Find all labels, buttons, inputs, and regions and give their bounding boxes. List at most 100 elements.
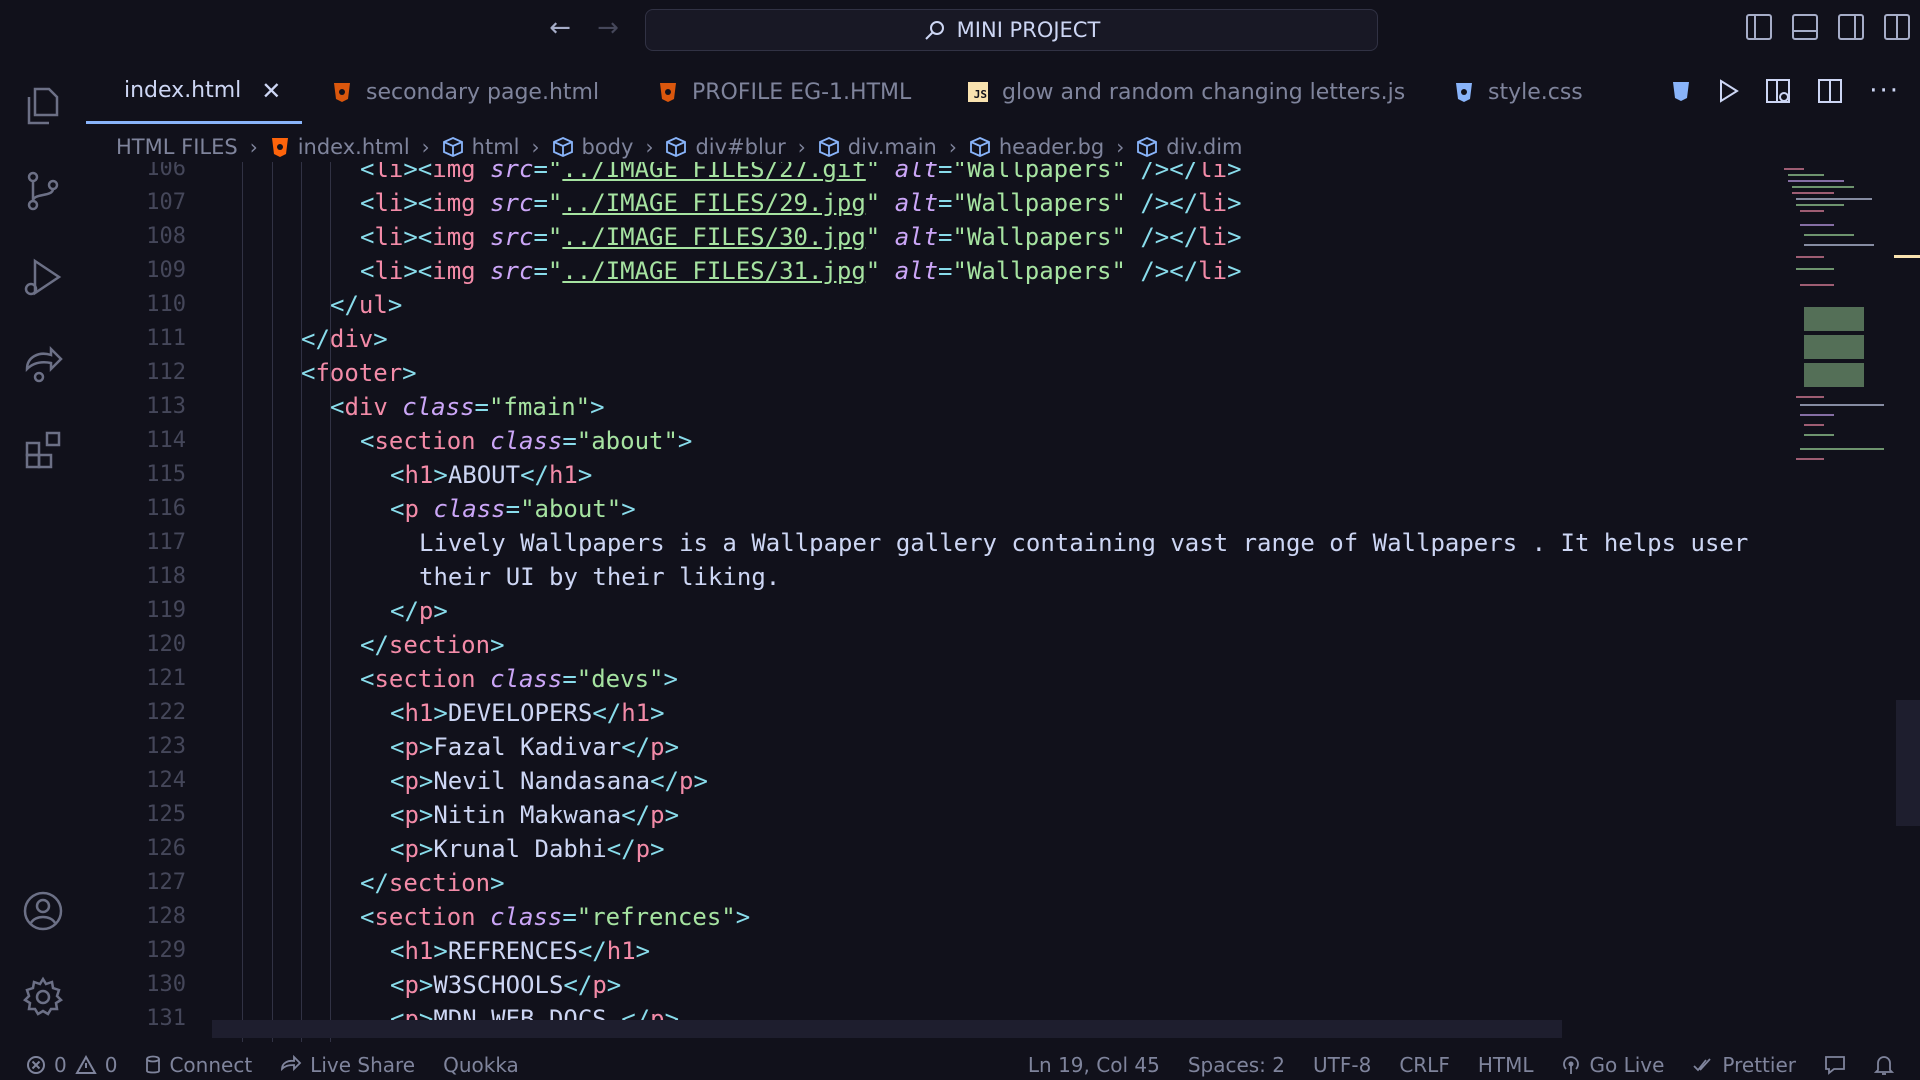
code-line: <li><img src="../IMAGE FILES/29.jpg" alt…	[360, 189, 1242, 217]
command-center-label: MINI PROJECT	[956, 18, 1101, 42]
js-file-icon: JS	[968, 82, 988, 102]
search-icon	[924, 21, 944, 40]
symbol-element-icon	[969, 137, 990, 157]
chevron-right-icon: ›	[531, 135, 540, 159]
indent-guide	[272, 162, 273, 1042]
line-number: 126	[146, 836, 186, 861]
tab-glow-and-random-changing-letters-js[interactable]: JS glow and random changing letters.js	[944, 60, 1429, 124]
close-icon[interactable]: ✕	[261, 77, 281, 105]
breadcrumb-item-header-bg[interactable]: header.bg	[969, 135, 1104, 159]
indent-guide	[242, 162, 243, 1042]
live-share-icon	[281, 1055, 302, 1072]
cursor-position[interactable]: Ln 19, Col 45	[1028, 1053, 1160, 1077]
accounts-icon[interactable]	[20, 888, 66, 934]
warning-icon	[75, 1055, 97, 1074]
back-arrow-icon[interactable]: ←	[546, 14, 574, 42]
run-icon[interactable]	[1717, 79, 1740, 103]
run-and-debug-icon[interactable]	[20, 254, 66, 300]
line-number: 110	[146, 292, 186, 317]
code-line: <li><img src="../IMAGE FILES/30.jpg" alt…	[360, 223, 1242, 251]
prettier-button[interactable]: Prettier	[1692, 1053, 1796, 1077]
tab-style-css[interactable]: style.css	[1430, 60, 1607, 124]
indentation-selector[interactable]: Spaces: 2	[1188, 1053, 1285, 1077]
indent-guide	[301, 162, 302, 1042]
problems-indicator[interactable]: 0 0	[26, 1053, 117, 1077]
toggle-panel-icon[interactable]	[1792, 14, 1818, 40]
tab-label: style.css	[1488, 79, 1583, 105]
code-line: <section class="about">	[360, 427, 693, 455]
double-check-icon	[1693, 1058, 1712, 1072]
breadcrumb-item-body[interactable]: body	[552, 135, 633, 159]
customize-layout-icon[interactable]	[1884, 14, 1910, 40]
tab-label: glow and random changing letters.js	[1002, 79, 1406, 105]
forward-arrow-icon[interactable]: →	[594, 14, 622, 42]
chevron-right-icon: ›	[948, 135, 957, 159]
notifications-button[interactable]	[1874, 1054, 1894, 1076]
horizontal-scrollbar[interactable]	[212, 1020, 1562, 1038]
code-editor[interactable]: 106 107 108 109 110 111 112 113 114 115 …	[86, 162, 1920, 1042]
tab-secondary-page-html[interactable]: secondary page.html	[308, 60, 623, 124]
code-line: <h1>REFRENCES</h1>	[390, 937, 651, 965]
open-preview-icon[interactable]	[1765, 78, 1791, 104]
eol-selector[interactable]: CRLF	[1399, 1053, 1450, 1077]
extensions-icon[interactable]	[20, 426, 66, 472]
minimap[interactable]	[1784, 165, 1894, 465]
breadcrumb-item-div-main[interactable]: div.main	[818, 135, 937, 159]
encoding-selector[interactable]: UTF-8	[1313, 1053, 1371, 1077]
breadcrumb-item-div-blur[interactable]: div#blur	[665, 135, 786, 159]
activity-bar	[0, 60, 86, 1050]
chevron-right-icon: ›	[797, 135, 806, 159]
breadcrumb: HTML FILES › index.html › html › body › …	[116, 132, 1243, 162]
line-number: 123	[146, 734, 186, 759]
breadcrumb-item-folder[interactable]: HTML FILES	[116, 135, 238, 159]
symbol-element-icon	[552, 137, 573, 157]
split-editor-icon[interactable]	[1817, 78, 1843, 104]
settings-gear-icon[interactable]	[20, 974, 66, 1020]
command-center[interactable]: MINI PROJECT	[645, 9, 1378, 51]
go-live-button[interactable]: Go Live	[1561, 1053, 1664, 1077]
code-line: <p>Nevil Nandasana</p>	[390, 767, 708, 795]
toggle-primary-sidebar-icon[interactable]	[1746, 14, 1772, 40]
chevron-right-icon: ›	[645, 135, 654, 159]
chevron-right-icon: ›	[1116, 135, 1125, 159]
line-number: 129	[146, 938, 186, 963]
live-share-icon[interactable]	[20, 340, 66, 386]
tab-label: secondary page.html	[366, 79, 600, 105]
line-number: 131	[146, 1006, 186, 1031]
language-mode-selector[interactable]: HTML	[1478, 1053, 1534, 1077]
breadcrumb-item-div-dim[interactable]: div.dim	[1136, 135, 1243, 159]
code-line: <p class="about">	[390, 495, 636, 523]
more-actions-icon[interactable]: ···	[1869, 76, 1900, 106]
vertical-scrollbar[interactable]	[1896, 700, 1920, 826]
html-file-icon	[334, 83, 350, 102]
feedback-icon	[1825, 1056, 1845, 1075]
breadcrumb-item-file[interactable]: index.html	[270, 135, 410, 159]
code-line: <p>W3SCHOOLS</p>	[390, 971, 622, 999]
symbol-element-icon	[1137, 137, 1158, 157]
connect-button[interactable]: Connect	[145, 1053, 252, 1077]
explorer-icon[interactable]	[20, 82, 66, 128]
shield-icon[interactable]	[1671, 80, 1691, 102]
line-number: 127	[146, 870, 186, 895]
breadcrumb-item-html[interactable]: html	[442, 135, 520, 159]
line-number: 119	[146, 598, 186, 623]
source-control-icon[interactable]	[20, 168, 66, 214]
line-number: 112	[146, 360, 186, 385]
code-line: <h1>DEVELOPERS</h1>	[390, 699, 665, 727]
line-number: 106	[146, 162, 186, 181]
live-share-button[interactable]: Live Share	[280, 1053, 415, 1077]
chevron-right-icon: ›	[249, 135, 258, 159]
quokka-button[interactable]: Quokka	[443, 1053, 519, 1077]
database-icon	[146, 1055, 161, 1074]
line-number: 128	[146, 904, 186, 929]
code-line: </ul>	[330, 291, 403, 319]
tab-index-html[interactable]: index.html ✕	[86, 60, 302, 124]
chevron-right-icon: ›	[421, 135, 430, 159]
line-number: 109	[146, 258, 186, 283]
line-number: 118	[146, 564, 186, 589]
toggle-secondary-sidebar-icon[interactable]	[1838, 14, 1864, 40]
error-icon	[27, 1056, 45, 1074]
feedback-button[interactable]	[1824, 1055, 1846, 1075]
tab-profile-eg-1-html[interactable]: PROFILE EG-1.HTML	[634, 60, 935, 124]
code-line: <li><img src="../IMAGE FILES/31.jpg" alt…	[360, 257, 1242, 285]
